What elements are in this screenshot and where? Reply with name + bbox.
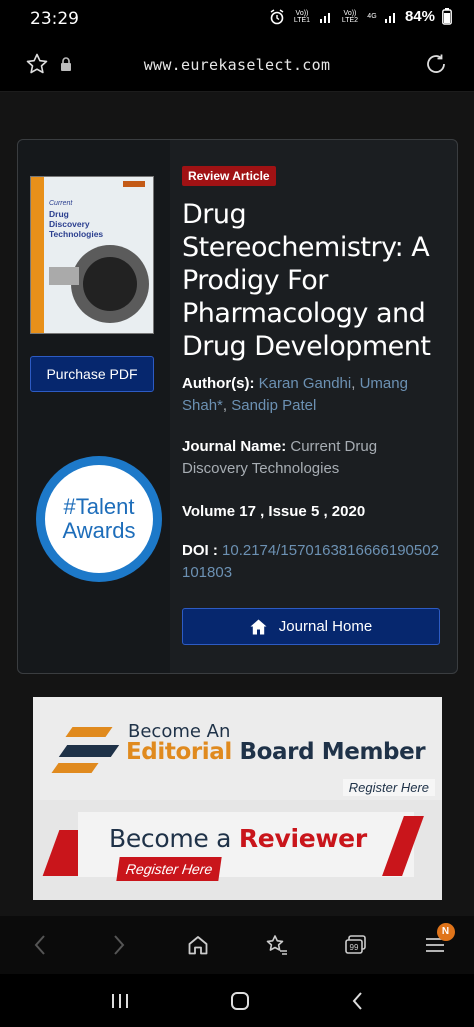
doi-line: DOI : 10.2174/1570163816666190502101803: [182, 540, 447, 584]
browser-toolbar: 99 N: [0, 916, 474, 974]
system-navigation-bar: [0, 974, 474, 1027]
signal-icon: [384, 12, 395, 23]
cover-title: Current Drug Discovery Technologies: [49, 199, 149, 239]
url-bar: www.eurekaselect.com: [0, 38, 474, 92]
banner-stripe: [51, 763, 99, 773]
status-bar: 23:29 Vo)) LTE1 Vo)) LTE2 4G 84%: [0, 0, 474, 38]
sim2-label: Vo)) LTE2: [341, 9, 359, 24]
author-link[interactable]: Karan Gandhi: [259, 375, 352, 392]
alarm-icon: [270, 8, 284, 24]
status-icons: Vo)) LTE1 Vo)) LTE2 4G 84%: [269, 8, 452, 25]
editorial-register-link[interactable]: Register Here: [342, 779, 435, 796]
home-circle-icon[interactable]: [229, 990, 251, 1012]
article-card: Current Drug Discovery Technologies Purc…: [17, 139, 458, 674]
back-button[interactable]: [20, 925, 60, 965]
article-sidebar: Current Drug Discovery Technologies Purc…: [18, 140, 170, 673]
svg-text:99: 99: [349, 943, 358, 952]
reload-icon[interactable]: [424, 52, 448, 76]
talent-awards-badge[interactable]: #Talent Awards: [36, 456, 162, 582]
cover-publisher-mark: [123, 181, 145, 187]
cover-stripe: [31, 177, 44, 333]
journal-label: Journal Name:: [182, 438, 287, 455]
reviewer-line1: Become a Reviewer: [109, 824, 367, 853]
cover-artwork: [71, 245, 149, 323]
battery-icon: [442, 8, 452, 25]
chevron-left-icon: [34, 935, 45, 955]
journal-cover[interactable]: Current Drug Discovery Technologies: [30, 176, 154, 334]
home-icon: [250, 619, 267, 634]
banner-stripe: [58, 745, 120, 757]
url-text[interactable]: www.eurekaselect.com: [0, 56, 474, 74]
cover-line: Technologies: [49, 229, 104, 239]
cover-molecule-art: [49, 267, 79, 285]
reviewer-word: Reviewer: [238, 824, 367, 853]
journal-home-button[interactable]: Journal Home: [182, 608, 440, 645]
tabs-icon: 99: [344, 935, 366, 954]
signal-icon: [319, 12, 330, 23]
battery-percent: 84%: [404, 8, 435, 25]
status-time: 23:29: [30, 9, 79, 29]
editorial-board-banner[interactable]: Become An Editorial Board Member Registe…: [33, 697, 442, 800]
network-type: 4G: [367, 13, 377, 20]
journal-home-label: Journal Home: [278, 618, 373, 635]
doi-link[interactable]: 10.2174/1570163816666190502101803: [182, 542, 439, 581]
banner-stripe: [65, 727, 113, 737]
cover-line: Drug: [49, 209, 69, 219]
editorial-word: Editorial: [126, 739, 232, 765]
reviewer-register-button[interactable]: Register Here: [116, 857, 223, 881]
authors-label: Author(s):: [182, 375, 255, 392]
award-line2: Awards: [62, 518, 136, 543]
web-page: Current Drug Discovery Technologies Purc…: [0, 92, 474, 916]
home-outline-icon: [188, 936, 207, 955]
authors-line: Author(s): Karan Gandhi, Umang Shah*, Sa…: [182, 375, 408, 414]
sim1-label: Vo)) LTE1: [293, 9, 311, 24]
home-button[interactable]: [178, 925, 218, 965]
recent-apps-icon[interactable]: [109, 991, 131, 1011]
cover-line: Discovery: [49, 219, 90, 229]
bookmarks-button[interactable]: [257, 925, 297, 965]
award-line1: #Talent: [63, 494, 135, 519]
chevron-right-icon: [113, 935, 124, 955]
tabs-button[interactable]: 99: [336, 925, 376, 965]
notification-badge: N: [436, 923, 455, 941]
promo-banners: Become An Editorial Board Member Registe…: [33, 697, 442, 900]
board-member-text: Board Member: [239, 739, 426, 765]
article-type-badge: Review Article: [182, 166, 276, 186]
article-title: Drug Stereochemistry: A Prodigy For Phar…: [182, 199, 431, 362]
author-link[interactable]: Sandip Patel: [231, 397, 316, 414]
system-back-icon[interactable]: [349, 990, 365, 1012]
forward-button[interactable]: [99, 925, 139, 965]
cover-small-text: Current: [49, 200, 73, 207]
purchase-pdf-button[interactable]: Purchase PDF: [30, 356, 154, 392]
doi-label: DOI :: [182, 542, 218, 559]
editorial-line2: Editorial Board Member: [126, 739, 426, 765]
star-list-icon: [266, 935, 287, 955]
award-circle: #Talent Awards: [45, 465, 153, 573]
become-a-text: Become a: [109, 824, 232, 853]
journal-line: Journal Name: Current Drug Discovery Tec…: [182, 436, 447, 480]
menu-button[interactable]: N: [415, 923, 455, 965]
volume-issue-year: Volume 17 , Issue 5 , 2020: [182, 503, 366, 520]
reviewer-banner[interactable]: Become a Reviewer Register Here: [33, 800, 442, 900]
